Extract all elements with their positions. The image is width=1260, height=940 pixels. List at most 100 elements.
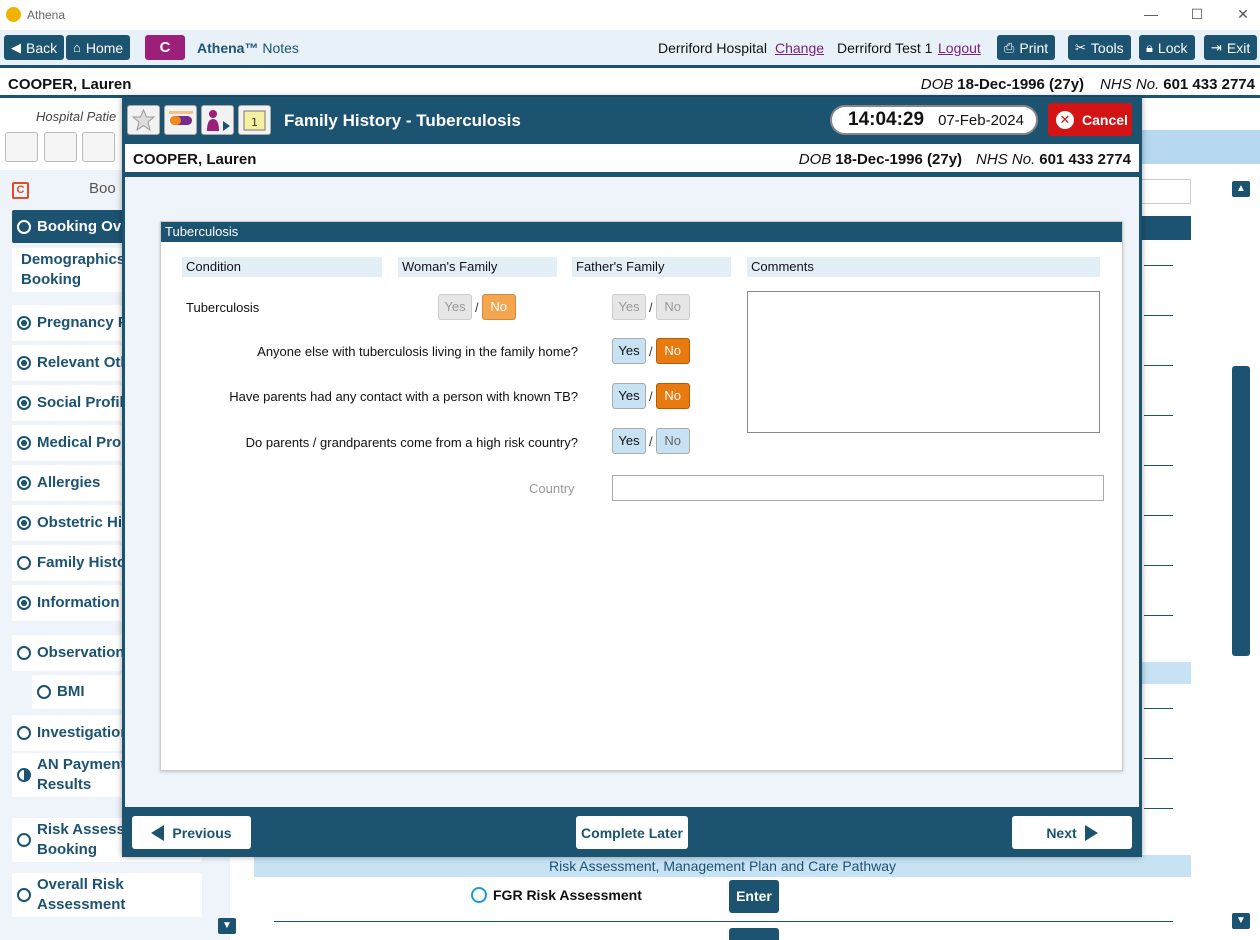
cancel-button[interactable]: ✕ Cancel [1048, 103, 1132, 136]
patient-name: COOPER, Lauren [8, 76, 132, 93]
radio-icon [471, 887, 487, 903]
woman-tb-yes-button[interactable]: Yes [438, 294, 472, 320]
fgr-risk-assessment[interactable]: FGR Risk Assessment [471, 887, 642, 903]
brand-label: Athena™ Notes [197, 40, 299, 56]
high-risk-yes-button[interactable]: Yes [612, 428, 646, 454]
woman-tb-no-button[interactable]: No [481, 294, 516, 320]
medication-icon[interactable] [164, 105, 197, 135]
back-button[interactable]: ◀ Back [4, 35, 65, 60]
enter-button-2[interactable] [729, 928, 779, 940]
print-button[interactable]: ⎙ Print [997, 35, 1056, 60]
radio-icon [17, 436, 31, 450]
family-history-dialog: 1 Family History - Tuberculosis 14:04:29… [122, 97, 1142, 857]
family-home-no-button[interactable]: No [655, 338, 690, 364]
back-arrow-icon: ◀ [11, 39, 21, 55]
person-next-icon[interactable] [201, 105, 234, 135]
tb-contact-no-button[interactable]: No [655, 383, 690, 409]
hospital-patient-label: Hospital Patie [36, 109, 117, 124]
country-input[interactable] [612, 475, 1104, 501]
clock-date: 07-Feb-2024 [938, 111, 1024, 129]
radio-icon [17, 888, 31, 902]
patient-identifiers: DOB 18-Dec-1996 (27y) NHS No. 601 433 2774 [920, 76, 1255, 93]
close-icon: ✕ [1056, 110, 1074, 129]
radio-icon [17, 646, 31, 660]
printer-icon: ⎙ [1004, 39, 1015, 55]
main-toolbar: ◀ Back ⌂ Home C Athena™ Notes Derriford Ho… [0, 30, 1260, 65]
row-label-tuberculosis: Tuberculosis [186, 300, 260, 315]
tb-contact-yes-button[interactable]: Yes [612, 383, 646, 409]
sidebar-item-label: Overall Risk Assessment [37, 876, 126, 913]
star-icon[interactable] [127, 105, 160, 135]
column-condition: Condition [182, 257, 382, 277]
tb-contact-toggle: Yes / No [612, 383, 690, 409]
c-logo-icon: C [12, 182, 29, 199]
logout-link[interactable]: Logout [938, 40, 981, 56]
divider [1144, 415, 1173, 416]
home-button[interactable]: ⌂ Home [66, 35, 131, 60]
comments-textarea[interactable] [747, 291, 1100, 433]
tools-icon: ✂ [1075, 39, 1086, 55]
exit-icon: ⇥ [1211, 39, 1222, 55]
divider [1144, 515, 1173, 516]
star-icon[interactable] [5, 132, 38, 162]
radio-icon [17, 476, 31, 490]
divider [1144, 808, 1173, 809]
divider [1144, 365, 1173, 366]
question-tb-contact: Have parents had any contact with a pers… [229, 389, 578, 404]
tools-button[interactable]: ✂ Tools [1068, 35, 1131, 60]
medication-icon[interactable] [44, 132, 77, 162]
dialog-footer: Previous Complete Later Next [122, 807, 1142, 857]
father-tb-no-button[interactable]: No [655, 294, 690, 320]
radio-icon [17, 316, 31, 330]
brand-c-button[interactable]: C [145, 35, 185, 60]
calendar-icon[interactable]: 1 [238, 105, 271, 135]
exit-button[interactable]: ⇥ Exit [1204, 35, 1258, 60]
background-tab-strip [1140, 130, 1260, 164]
arrow-right-icon [1084, 824, 1098, 841]
enter-button[interactable]: Enter [729, 880, 779, 913]
sidebar-item[interactable]: Overall Risk Assessment [12, 873, 202, 917]
scroll-up-icon[interactable]: ▲ [1232, 181, 1250, 197]
lock-icon: 🔒︎ [1146, 39, 1153, 55]
maximize-icon[interactable]: ☐ [1187, 4, 1207, 24]
background-input[interactable] [1140, 179, 1191, 204]
father-tb-toggle: Yes / No [612, 294, 690, 320]
complete-later-button[interactable]: Complete Later [576, 816, 688, 849]
radio-icon [17, 356, 31, 370]
change-hospital-link[interactable]: Change [775, 40, 824, 56]
close-icon[interactable]: ✕ [1233, 4, 1253, 24]
radio-icon [17, 768, 31, 782]
high-risk-no-button[interactable]: No [655, 428, 690, 454]
minimize-icon[interactable]: — [1141, 4, 1161, 24]
sidebar-item-label: Demographics Booking [21, 251, 126, 288]
high-risk-country-toggle: Yes / No [612, 428, 690, 454]
scrollbar-thumb[interactable] [1232, 366, 1250, 656]
window-title-bar: Athena — ☐ ✕ [0, 0, 1260, 30]
divider [1144, 565, 1173, 566]
lock-button[interactable]: 🔒︎ Lock [1139, 35, 1195, 60]
question-family-home: Anyone else with tuberculosis living in … [257, 344, 578, 359]
radio-icon [17, 219, 31, 234]
woman-tb-toggle: Yes / No [438, 294, 516, 320]
patient-name: COOPER, Lauren [133, 151, 257, 168]
panel-title: Tuberculosis [161, 222, 1122, 242]
divider [1144, 465, 1173, 466]
column-fathers-family: Father's Family [572, 257, 731, 277]
divider [1144, 758, 1173, 759]
family-home-toggle: Yes / No [612, 338, 690, 364]
hospital-name: Derriford Hospital [658, 40, 767, 56]
scroll-down-icon[interactable]: ▼ [1232, 913, 1250, 929]
user-name: Derriford Test 1 [837, 40, 933, 56]
previous-button[interactable]: Previous [132, 816, 251, 849]
person-icon[interactable] [82, 132, 115, 162]
country-label: Country [529, 481, 575, 496]
sidebar-scroll-down-icon[interactable]: ▼ [218, 918, 236, 934]
radio-icon [17, 396, 31, 410]
home-icon: ⌂ [73, 40, 81, 55]
family-home-yes-button[interactable]: Yes [612, 338, 646, 364]
father-tb-yes-button[interactable]: Yes [612, 294, 646, 320]
next-button[interactable]: Next [1012, 816, 1132, 849]
sidebar-header: C Boo [12, 180, 116, 199]
divider [274, 921, 1173, 922]
athena-logo-icon [6, 7, 21, 22]
